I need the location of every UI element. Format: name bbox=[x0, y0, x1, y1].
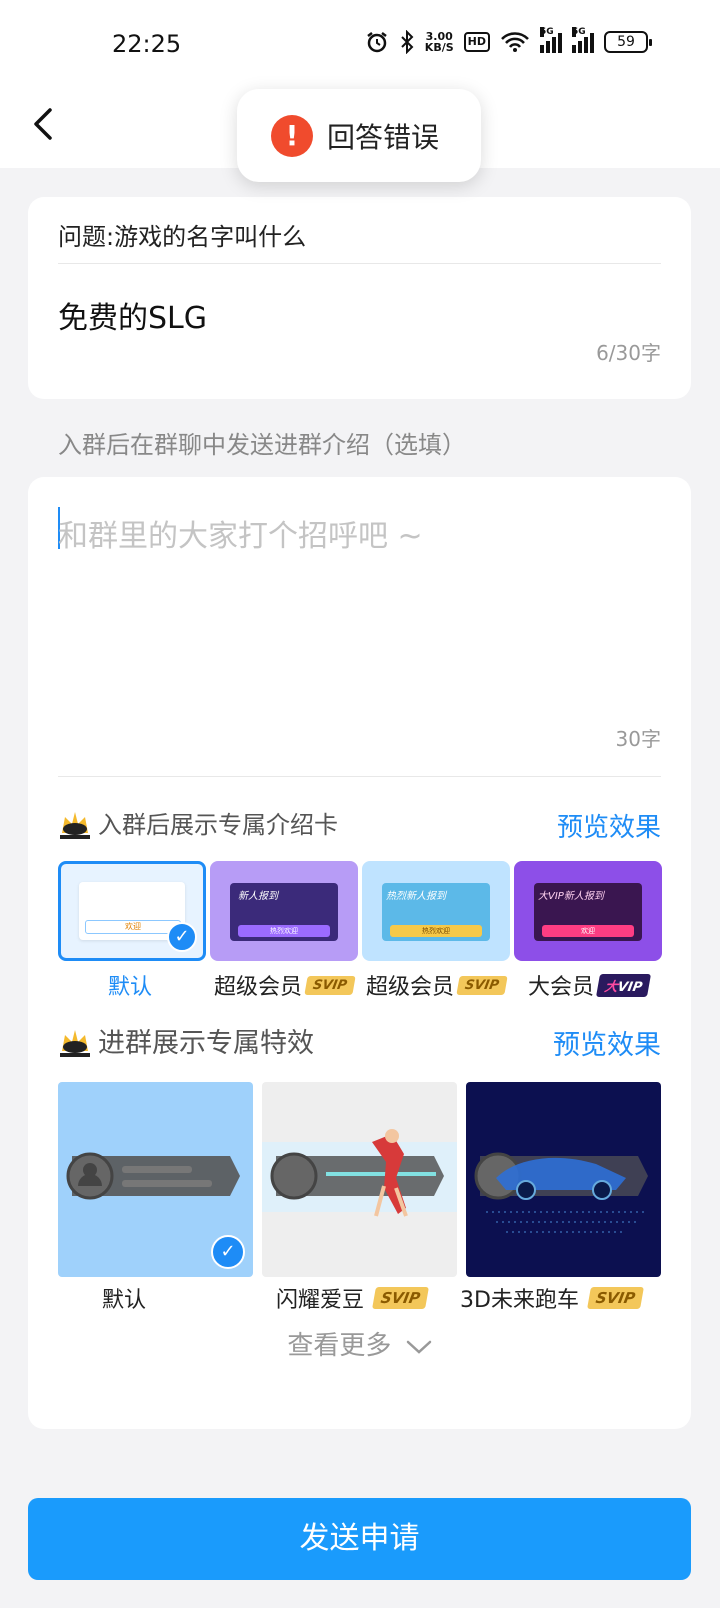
bluetooth-icon bbox=[401, 30, 414, 54]
effect-option-shining-idol[interactable] bbox=[262, 1082, 457, 1277]
svip-badge: SVIP bbox=[587, 1287, 644, 1309]
intro-card-preview-link[interactable]: 预览效果 bbox=[557, 807, 661, 844]
answer-input[interactable]: 免费的SLG bbox=[58, 293, 207, 337]
wifi-icon bbox=[501, 32, 529, 52]
hd-icon: HD bbox=[463, 32, 490, 52]
network-speed: 3.00 KB/S bbox=[424, 30, 454, 54]
send-request-button[interactable]: 发送申请 bbox=[28, 1498, 691, 1580]
warning-icon: ! bbox=[271, 114, 313, 157]
svip-badge: SVIP bbox=[372, 1287, 429, 1309]
effect-preview-link[interactable]: 预览效果 bbox=[553, 1023, 661, 1062]
intro-card-label-svip-1: 超级会员 SVIP bbox=[214, 969, 356, 1001]
status-time: 22:25 bbox=[112, 30, 182, 58]
selected-check-icon: ✓ bbox=[167, 922, 197, 952]
intro-card-option-default[interactable]: 欢迎 ✓ bbox=[58, 861, 206, 961]
chevron-down-icon bbox=[406, 1340, 431, 1354]
crown-icon bbox=[60, 811, 90, 839]
effect-label-3d-car: 3D未来跑车 SVIP bbox=[460, 1282, 644, 1314]
bigvip-badge: 大VIP bbox=[595, 973, 652, 997]
effect-option-3d-car[interactable] bbox=[466, 1082, 661, 1277]
toast-message: 回答错误 bbox=[327, 120, 440, 154]
intro-card-section-title: 入群后展示专属介绍卡 bbox=[58, 805, 338, 840]
battery-icon: 59 bbox=[604, 31, 652, 53]
divider bbox=[58, 776, 661, 777]
effect-preview-graphic bbox=[474, 1152, 648, 1233]
intro-card-label-svip-2: 超级会员 SVIP bbox=[366, 969, 508, 1001]
intro-card: 和群里的大家打个招呼吧 ~ 30字 入群后展示专属介绍卡 预览效果 欢迎 ✓ 新… bbox=[28, 477, 691, 1429]
intro-card-label-bigvip: 大会员 大VIP bbox=[528, 969, 652, 1001]
back-arrow-icon[interactable] bbox=[24, 102, 68, 146]
effect-section-title: 进群展示专属特效 bbox=[58, 1021, 314, 1060]
intro-card-option-bigvip[interactable]: 大VIP新人报到 欢迎 bbox=[514, 861, 662, 961]
svip-badge: SVIP bbox=[304, 975, 356, 995]
answer-char-count: 6/30字 bbox=[596, 341, 661, 365]
signal-icon-2: 5G bbox=[572, 27, 594, 53]
question-text: 问题:游戏的名字叫什么 bbox=[58, 223, 307, 251]
crown-icon bbox=[60, 1029, 90, 1057]
effect-label-shining-idol: 闪耀爱豆 SVIP bbox=[276, 1282, 429, 1314]
intro-card-option-svip-1[interactable]: 新人报到 热烈欢迎 bbox=[210, 861, 358, 961]
intro-card-list: 欢迎 ✓ 新人报到 热烈欢迎 热烈新人报到 热烈欢迎 大VIP新人报到 欢迎 bbox=[58, 861, 664, 971]
view-more-button[interactable]: 查看更多 bbox=[28, 1325, 691, 1362]
alarm-icon bbox=[367, 32, 387, 53]
intro-char-limit: 30字 bbox=[615, 727, 661, 751]
intro-section-label: 入群后在群聊中发送进群介绍（选填） bbox=[58, 431, 466, 459]
status-icons: 3.00 KB/S HD 5G 5G 59 bbox=[365, 27, 652, 54]
effect-preview-graphic bbox=[262, 1129, 457, 1217]
intro-card-option-svip-2[interactable]: 热烈新人报到 热烈欢迎 bbox=[362, 861, 510, 961]
effect-label-default: 默认 bbox=[102, 1288, 147, 1313]
divider bbox=[58, 263, 661, 264]
intro-textarea[interactable]: 和群里的大家打个招呼吧 ~ 30字 bbox=[28, 477, 691, 767]
question-card: 问题:游戏的名字叫什么 免费的SLG 6/30字 bbox=[28, 197, 691, 399]
intro-placeholder: 和群里的大家打个招呼吧 ~ bbox=[58, 519, 423, 554]
svip-badge: SVIP bbox=[456, 975, 508, 995]
signal-icon-1: 5G bbox=[540, 27, 562, 53]
selected-check-icon: ✓ bbox=[211, 1235, 245, 1269]
intro-card-label-default: 默认 bbox=[108, 975, 153, 1000]
effect-option-default[interactable]: ✓ bbox=[58, 1082, 253, 1277]
error-toast: ! 回答错误 bbox=[237, 89, 481, 182]
status-bar: 22:25 3.00 KB/S HD 5G 5G 59 bbox=[0, 0, 720, 92]
